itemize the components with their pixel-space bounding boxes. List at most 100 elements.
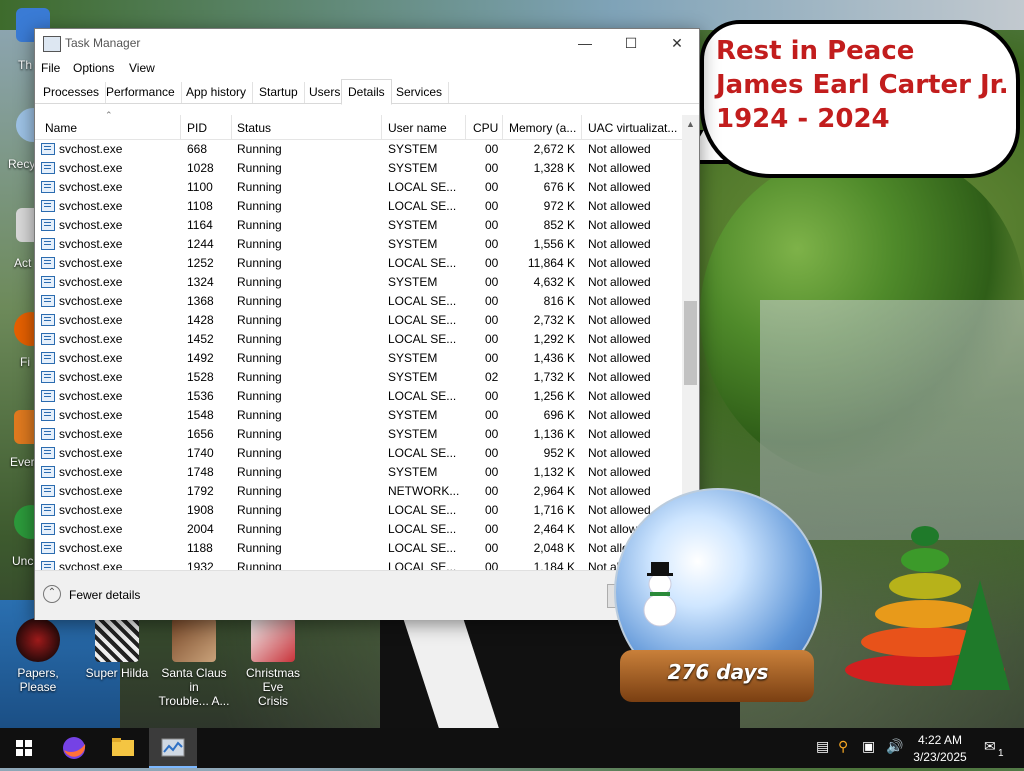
- process-name: svchost.exe: [59, 275, 123, 289]
- title-bar[interactable]: Task Manager — ☐ ✕: [35, 29, 699, 57]
- chevron-up-icon[interactable]: ⌃: [43, 585, 61, 603]
- column-divider[interactable]: [381, 115, 382, 139]
- taskbar-task-manager[interactable]: [149, 728, 197, 768]
- desktop-icon-christmas-eve[interactable]: Christmas Eve Crisis: [237, 618, 309, 708]
- column-header-memory[interactable]: Memory (a...: [509, 121, 576, 135]
- process-memory: 1,328 K: [533, 161, 575, 175]
- close-button[interactable]: ✕: [654, 29, 700, 57]
- volume-icon[interactable]: 🔊: [886, 738, 903, 755]
- start-button[interactable]: [0, 728, 48, 768]
- process-uac: Not allowed: [588, 389, 651, 403]
- tab-startup[interactable]: Startup: [253, 82, 305, 103]
- table-row[interactable]: svchost.exe 1740 Running LOCAL SE... 00 952 K…: [35, 443, 685, 462]
- column-divider[interactable]: [231, 115, 232, 139]
- process-status: Running: [237, 332, 282, 346]
- table-row[interactable]: svchost.exe 1368 Running LOCAL SE... 00 816 K…: [35, 291, 685, 310]
- process-pid: 1792: [187, 484, 214, 498]
- menu-file[interactable]: File: [41, 61, 60, 75]
- process-name: svchost.exe: [59, 503, 123, 517]
- tab-details[interactable]: Details: [341, 79, 392, 105]
- process-user: SYSTEM: [388, 142, 438, 156]
- menu-view[interactable]: View: [129, 61, 155, 75]
- desktop-icon-left-6-label: Unc: [12, 554, 34, 568]
- minimize-button[interactable]: —: [562, 29, 608, 57]
- column-divider[interactable]: [180, 115, 181, 139]
- column-header-pid[interactable]: PID: [187, 121, 207, 135]
- column-header-status[interactable]: Status: [237, 121, 271, 135]
- bubble-line-2: James Earl Carter Jr.: [716, 70, 1009, 100]
- tray-app-icon[interactable]: ▤: [816, 738, 829, 755]
- process-name: svchost.exe: [59, 218, 123, 232]
- table-row[interactable]: svchost.exe 2004 Running LOCAL SE... 00 2,464…: [35, 519, 685, 538]
- process-pid: 1536: [187, 389, 214, 403]
- table-row[interactable]: svchost.exe 1492 Running SYSTEM 00 1,436 K Not…: [35, 348, 685, 367]
- table-row[interactable]: svchost.exe 1748 Running SYSTEM 00 1,132 K Not…: [35, 462, 685, 481]
- process-icon: [41, 504, 55, 516]
- table-row[interactable]: svchost.exe 1428 Running LOCAL SE... 00 2,732…: [35, 310, 685, 329]
- table-row[interactable]: svchost.exe 1108 Running LOCAL SE... 00 972 K…: [35, 196, 685, 215]
- table-row[interactable]: svchost.exe 1932 Running LOCAL SE... 00 1,184…: [35, 557, 685, 570]
- column-divider[interactable]: [465, 115, 466, 139]
- column-header-uac[interactable]: UAC virtualizat...: [588, 121, 677, 135]
- scrollbar-thumb[interactable]: [684, 301, 697, 385]
- network-icon[interactable]: ▣: [862, 738, 875, 755]
- fewer-details-link[interactable]: Fewer details: [69, 588, 140, 602]
- papers-please-icon: [16, 618, 60, 662]
- desktop-icon-firefox-label: Fi: [20, 355, 30, 369]
- snowman-icon: [643, 562, 677, 627]
- table-row[interactable]: svchost.exe 1548 Running SYSTEM 00 696 K Not a…: [35, 405, 685, 424]
- process-memory: 1,136 K: [533, 427, 575, 441]
- process-name: svchost.exe: [59, 161, 123, 175]
- search-icon[interactable]: ⚲: [838, 738, 848, 755]
- table-row[interactable]: svchost.exe 1244 Running SYSTEM 00 1,556 K Not…: [35, 234, 685, 253]
- taskbar-file-explorer[interactable]: [99, 728, 147, 768]
- column-divider[interactable]: [581, 115, 582, 139]
- column-header-user[interactable]: User name: [388, 121, 447, 135]
- table-row[interactable]: svchost.exe 1528 Running SYSTEM 02 1,732 K Not…: [35, 367, 685, 386]
- process-cpu: 00: [485, 351, 499, 365]
- process-uac: Not allowed: [588, 503, 651, 517]
- process-memory: 1,436 K: [533, 351, 575, 365]
- tab-performance[interactable]: Performance: [100, 82, 182, 103]
- process-icon: [41, 542, 55, 554]
- tab-processes[interactable]: Processes: [37, 82, 107, 103]
- menu-options[interactable]: Options: [73, 61, 114, 75]
- taskbar-firefox[interactable]: [50, 728, 98, 768]
- maximize-button[interactable]: ☐: [608, 29, 654, 57]
- table-row[interactable]: svchost.exe 1656 Running SYSTEM 00 1,136 K Not…: [35, 424, 685, 443]
- taskbar-clock[interactable]: 4:22 AM 3/23/2025: [908, 732, 972, 766]
- table-row[interactable]: svchost.exe 1452 Running LOCAL SE... 00 1,292…: [35, 329, 685, 348]
- process-pid: 1252: [187, 256, 214, 270]
- process-name: svchost.exe: [59, 465, 123, 479]
- table-row[interactable]: svchost.exe 1792 Running NETWORK... 00 2,964 …: [35, 481, 685, 500]
- tab-services[interactable]: Services: [390, 82, 450, 103]
- table-row[interactable]: svchost.exe 1908 Running LOCAL SE... 00 1,716…: [35, 500, 685, 519]
- notification-icon[interactable]: ✉: [984, 738, 996, 755]
- table-row[interactable]: svchost.exe 1324 Running SYSTEM 00 4,632 K Not…: [35, 272, 685, 291]
- table-row[interactable]: svchost.exe 1536 Running LOCAL SE... 00 1,256…: [35, 386, 685, 405]
- process-list[interactable]: svchost.exe 668 Running SYSTEM 00 2,672 K Not …: [35, 139, 685, 570]
- table-row[interactable]: svchost.exe 668 Running SYSTEM 00 2,672 K Not …: [35, 139, 685, 158]
- process-icon: [41, 200, 55, 212]
- table-row[interactable]: svchost.exe 1252 Running LOCAL SE... 00 11,86…: [35, 253, 685, 272]
- column-header-cpu[interactable]: CPU: [473, 121, 498, 135]
- desktop-icon-papers-please[interactable]: Papers, Please: [2, 618, 74, 694]
- scroll-up-icon[interactable]: ▲: [686, 119, 695, 129]
- process-uac: Not allowed: [588, 313, 651, 327]
- process-uac: Not allowed: [588, 161, 651, 175]
- table-row[interactable]: svchost.exe 1028 Running SYSTEM 00 1,328 K Not…: [35, 158, 685, 177]
- process-icon: [41, 219, 55, 231]
- process-cpu: 00: [485, 218, 499, 232]
- desktop-icon-super-hilda[interactable]: Super Hilda: [81, 618, 153, 680]
- table-row[interactable]: svchost.exe 1100 Running LOCAL SE... 00 676 K…: [35, 177, 685, 196]
- table-row[interactable]: svchost.exe 1164 Running SYSTEM 00 852 K Not a…: [35, 215, 685, 234]
- process-uac: Not allowed: [588, 294, 651, 308]
- menu-bar: File Options View: [35, 57, 699, 79]
- tab-app-history[interactable]: App history: [180, 82, 254, 103]
- table-row[interactable]: svchost.exe 1188 Running LOCAL SE... 00 2,048…: [35, 538, 685, 557]
- column-header-name[interactable]: Name: [45, 121, 77, 135]
- column-divider[interactable]: [502, 115, 503, 139]
- process-status: Running: [237, 256, 282, 270]
- task-manager-window[interactable]: Task Manager — ☐ ✕ File Options View Pro…: [34, 28, 700, 620]
- desktop-icon-santa-claus[interactable]: Santa Claus in Trouble... A...: [158, 618, 230, 708]
